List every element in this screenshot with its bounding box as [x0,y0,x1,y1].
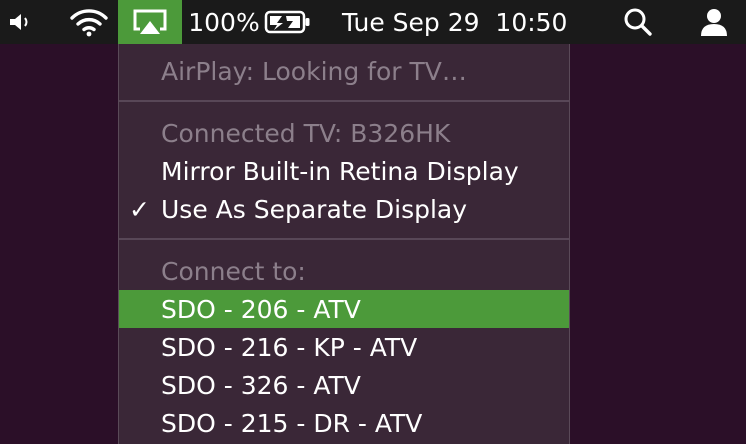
device-item-sdo-206-atv[interactable]: SDO - 206 - ATV [119,290,569,328]
device-item-sdo-216-kp-atv[interactable]: SDO - 216 - KP - ATV [119,328,569,366]
device-label: SDO - 215 - DR - ATV [161,408,423,438]
connect-to-header: Connect to: [119,252,569,290]
device-label: SDO - 326 - ATV [161,370,361,400]
mirror-display-item[interactable]: Mirror Built-in Retina Display [119,152,569,190]
clock[interactable]: Tue Sep 29 10:50 [342,0,588,44]
device-label: SDO - 206 - ATV [161,294,361,324]
separate-display-label: Use As Separate Display [161,194,468,224]
user-menu-button[interactable] [692,0,736,44]
menu-bar: 100% Tue Sep 29 10:50 [0,0,746,44]
volume-menu[interactable] [4,0,38,44]
wifi-icon [70,9,108,37]
search-icon [624,8,652,36]
checkmark-icon: ✓ [129,194,150,224]
battery-charging-icon [264,10,310,34]
separate-display-item[interactable]: ✓ Use As Separate Display [119,190,569,228]
battery-menu[interactable] [262,0,314,44]
airplay-menu-button[interactable] [118,0,182,44]
device-label: SDO - 216 - KP - ATV [161,332,418,362]
device-item-sdo-215-dr-atv[interactable]: SDO - 215 - DR - ATV [119,404,569,442]
airplay-icon [133,9,167,34]
user-icon [701,9,727,36]
connected-tv-item: Connected TV: B326HK [119,114,569,152]
airplay-dropdown-menu: AirPlay: Looking for TV… Connected TV: B… [118,44,570,444]
wifi-menu[interactable] [66,0,112,44]
speaker-icon [10,14,28,30]
connected-tv-label: Connected TV: B326HK [161,118,451,148]
date-time-label: Tue Sep 29 10:50 [342,7,568,37]
connect-to-label: Connect to: [161,256,306,286]
airplay-status-item: AirPlay: Looking for TV… [119,52,569,90]
battery-percent-label: 100% [188,7,260,37]
airplay-status-label: AirPlay: Looking for TV… [161,56,467,86]
spotlight-button[interactable] [616,0,660,44]
mirror-display-label: Mirror Built-in Retina Display [161,156,519,186]
battery-percent: 100% [188,0,260,44]
menu-separator [119,100,569,102]
device-item-sdo-326-atv[interactable]: SDO - 326 - ATV [119,366,569,404]
menu-separator [119,238,569,240]
